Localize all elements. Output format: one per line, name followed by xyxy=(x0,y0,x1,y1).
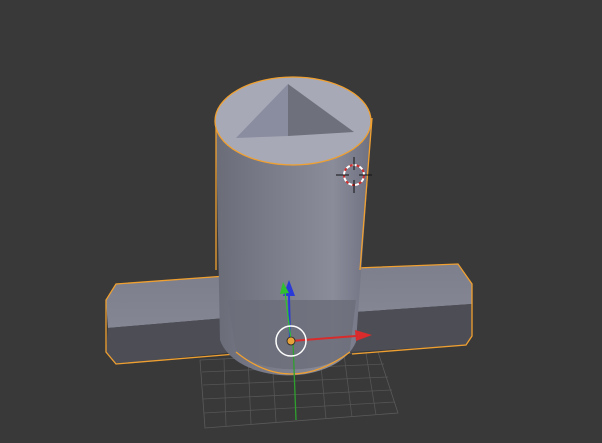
3d-viewport[interactable] xyxy=(0,0,602,443)
crossbar-left-arm[interactable] xyxy=(105,275,237,365)
object-origin-icon[interactable] xyxy=(286,336,296,346)
crossbar-right-arm[interactable] xyxy=(350,263,473,355)
cylinder-object[interactable] xyxy=(214,76,373,376)
